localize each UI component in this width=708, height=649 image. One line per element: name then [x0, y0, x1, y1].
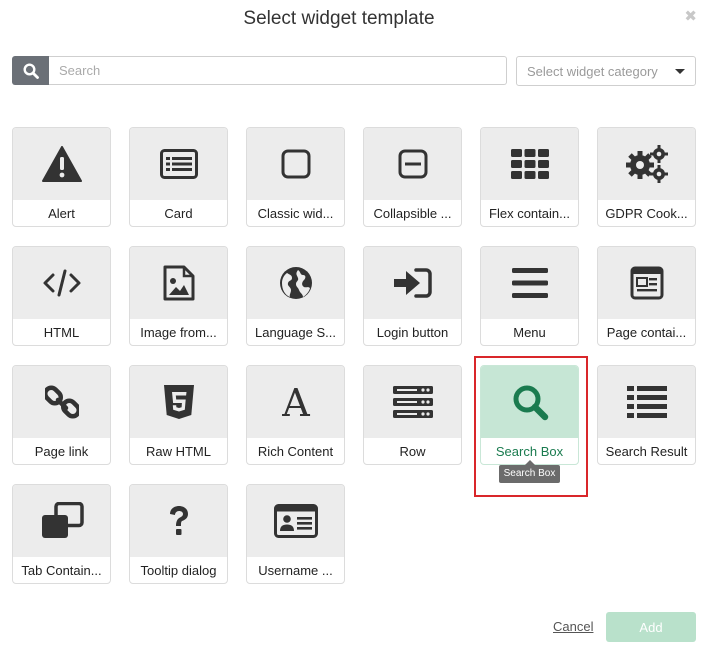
widget-icon-area: [598, 128, 695, 200]
widget-icon-area: [247, 128, 344, 200]
link-icon: [44, 384, 79, 420]
widget-card-gdpr-cook[interactable]: GDPR Cook...: [597, 127, 696, 227]
widget-card-row[interactable]: Row: [363, 365, 462, 465]
dialog-title: Select widget template: [243, 8, 435, 29]
widget-icon-area: [130, 247, 227, 319]
tooltip: Search Box: [499, 460, 560, 483]
minus-square-icon: [398, 149, 428, 179]
sign-in-icon: [393, 267, 432, 299]
widget-card-flex-contain[interactable]: Flex contain...: [480, 127, 579, 227]
widget-card-image-from[interactable]: Image from...: [129, 246, 228, 346]
widget-icon-area: [481, 128, 578, 200]
widget-icon-area: [13, 366, 110, 438]
close-icon[interactable]: ✖: [684, 9, 697, 25]
code-icon: [42, 268, 82, 298]
clone-icon: [40, 502, 84, 540]
widget-label: Tab Contain...: [21, 563, 102, 578]
widget-card-username[interactable]: Username ...: [246, 484, 345, 584]
widget-label: Search Result: [605, 444, 688, 459]
caret-down-icon: [675, 69, 685, 74]
globe-icon: [279, 266, 313, 300]
question-icon: [167, 505, 191, 537]
page-icon: [630, 266, 664, 300]
widget-label: Tooltip dialog: [140, 563, 217, 578]
widget-icon-area: [13, 485, 110, 557]
widget-card-card[interactable]: Card: [129, 127, 228, 227]
widget-label: Page link: [34, 444, 89, 459]
square-icon: [281, 149, 311, 179]
search-icon: [511, 383, 549, 421]
widget-icon-area: [481, 366, 578, 438]
add-button[interactable]: Add: [606, 612, 696, 642]
image-file-icon: [163, 265, 195, 301]
widget-label: Login button: [376, 325, 449, 340]
widget-label: Card: [164, 206, 193, 221]
category-select[interactable]: Select widget category: [516, 56, 696, 86]
widget-icon-area: [481, 247, 578, 319]
widget-icon-area: [364, 128, 461, 200]
widget-card-search-box[interactable]: Search Box: [480, 365, 579, 465]
search-button[interactable]: [12, 56, 49, 85]
cancel-button[interactable]: Cancel: [553, 619, 593, 634]
widget-icon-area: [130, 485, 227, 557]
widget-icon-area: [13, 128, 110, 200]
widget-card-language-s[interactable]: Language S...: [246, 246, 345, 346]
gears-icon: [625, 145, 668, 183]
hamburger-icon: [511, 268, 548, 298]
html5-icon: [163, 385, 194, 419]
search-icon: [22, 62, 39, 79]
widget-card-tab-contain[interactable]: Tab Contain...: [12, 484, 111, 584]
widget-icon-area: [247, 485, 344, 557]
widget-label: Rich Content: [257, 444, 334, 459]
widget-card-collapsible[interactable]: Collapsible ...: [363, 127, 462, 227]
widget-card-alert[interactable]: Alert: [12, 127, 111, 227]
font-icon: A: [278, 385, 314, 419]
grid-icon: [510, 149, 549, 179]
widget-label: Alert: [48, 206, 75, 221]
widget-card-raw-html[interactable]: Raw HTML: [129, 365, 228, 465]
widget-card-page-contai[interactable]: Page contai...: [597, 246, 696, 346]
widget-icon-area: [130, 366, 227, 438]
widget-label: Collapsible ...: [373, 206, 452, 221]
svg-text:A: A: [281, 385, 310, 419]
widget-card-search-result[interactable]: Search Result: [597, 365, 696, 465]
widget-label: Flex contain...: [489, 206, 570, 221]
search-input[interactable]: [49, 56, 507, 85]
widget-label: Classic wid...: [257, 206, 334, 221]
widget-card-classic-wid[interactable]: Classic wid...: [246, 127, 345, 227]
widget-icon-area: [364, 247, 461, 319]
id-card-icon: [273, 504, 318, 538]
widget-card-tooltip-dialog[interactable]: Tooltip dialog: [129, 484, 228, 584]
widget-label: HTML: [43, 325, 80, 340]
widget-label: Menu: [513, 325, 546, 340]
widget-icon-area: [13, 247, 110, 319]
category-select-placeholder: Select widget category: [527, 63, 658, 79]
widget-icon-area: [247, 247, 344, 319]
widget-card-rich-content[interactable]: A Rich Content: [246, 365, 345, 465]
widget-label: Page contai...: [606, 325, 687, 340]
widget-card-menu[interactable]: Menu: [480, 246, 579, 346]
widget-label: Raw HTML: [145, 444, 211, 459]
widget-icon-area: [130, 128, 227, 200]
widget-icon-area: [364, 366, 461, 438]
widget-card-login-button[interactable]: Login button: [363, 246, 462, 346]
warning-icon: [41, 146, 82, 182]
widget-label: GDPR Cook...: [605, 206, 688, 221]
widget-card-html[interactable]: HTML: [12, 246, 111, 346]
list-icon: [626, 386, 667, 418]
widget-label: Row: [399, 444, 426, 459]
widget-label: Username ...: [258, 563, 333, 578]
widget-label: Language S...: [255, 325, 336, 340]
widget-icon-area: [598, 247, 695, 319]
widget-label: Image from...: [140, 325, 217, 340]
card-list-icon: [159, 149, 198, 179]
widget-icon-area: A: [247, 366, 344, 438]
widget-icon-area: [598, 366, 695, 438]
widget-card-page-link[interactable]: Page link: [12, 365, 111, 465]
server-icon: [392, 386, 433, 418]
